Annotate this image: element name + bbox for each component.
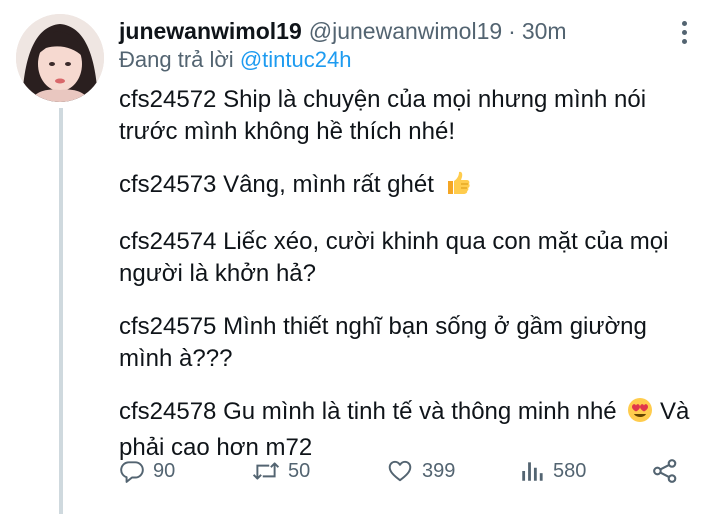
more-dot-icon	[681, 20, 687, 26]
tweet: junewanwimol19 @junewanwimol19 · 30m Đan…	[0, 0, 718, 514]
share-icon	[653, 459, 677, 483]
reply-icon	[120, 461, 144, 483]
like-count: 399	[422, 459, 456, 482]
analytics-icon	[522, 462, 543, 481]
profile-photo-icon	[16, 14, 104, 102]
paragraph-text: cfs24572 Ship là chuyện của mọi nhưng mì…	[119, 86, 647, 145]
like-button[interactable]: 399	[386, 454, 455, 488]
tweet-paragraph: cfs24574 Liếc xéo, cười khinh qua con mặ…	[119, 226, 704, 290]
views-count: 580	[553, 459, 587, 482]
tweet-actions: 90 50 399 580	[119, 454, 699, 488]
thumbs-up-icon	[445, 170, 471, 205]
paragraph-text: cfs24573 Vâng, mình rất ghét	[119, 171, 434, 198]
share-button[interactable]	[651, 454, 679, 488]
views-button[interactable]: 580	[519, 454, 586, 488]
tweet-header: junewanwimol19 @junewanwimol19 · 30m	[119, 16, 567, 46]
retweet-count: 50	[288, 459, 311, 482]
tweet-text: cfs24572 Ship là chuyện của mọi nhưng mì…	[119, 84, 704, 485]
thread-line	[59, 108, 63, 514]
avatar[interactable]	[16, 14, 104, 102]
retweet-button[interactable]: 50	[252, 454, 310, 488]
replying-to: Đang trả lời @tintuc24h	[119, 46, 351, 74]
heart-icon	[388, 460, 412, 482]
paragraph-text: cfs24575 Mình thiết nghĩ bạn sống ở gầm …	[119, 313, 647, 372]
more-dot-icon	[681, 29, 687, 35]
more-dot-icon	[681, 38, 687, 44]
more-options-button[interactable]	[674, 18, 694, 46]
separator-dot: ·	[508, 18, 516, 44]
author-handle[interactable]: @junewanwimol19	[309, 16, 502, 46]
heart-eyes-icon	[627, 397, 653, 432]
tweet-paragraph: cfs24572 Ship là chuyện của mọi nhưng mì…	[119, 84, 704, 148]
paragraph-text: cfs24578 Gu mình là tinh tế và thông min…	[119, 398, 617, 425]
reply-count: 90	[153, 459, 176, 482]
tweet-paragraph: cfs24575 Mình thiết nghĩ bạn sống ở gầm …	[119, 311, 704, 375]
replying-to-handle[interactable]: @tintuc24h	[240, 47, 352, 72]
replying-to-label: Đang trả lời	[119, 47, 234, 72]
paragraph-text: cfs24574 Liếc xéo, cười khinh qua con mặ…	[119, 228, 669, 287]
retweet-icon	[252, 462, 280, 480]
author-name[interactable]: junewanwimol19	[119, 16, 302, 46]
reply-button[interactable]: 90	[119, 454, 175, 488]
tweet-paragraph: cfs24573 Vâng, mình rất ghét	[119, 169, 704, 205]
tweet-time[interactable]: 30m	[522, 16, 567, 46]
